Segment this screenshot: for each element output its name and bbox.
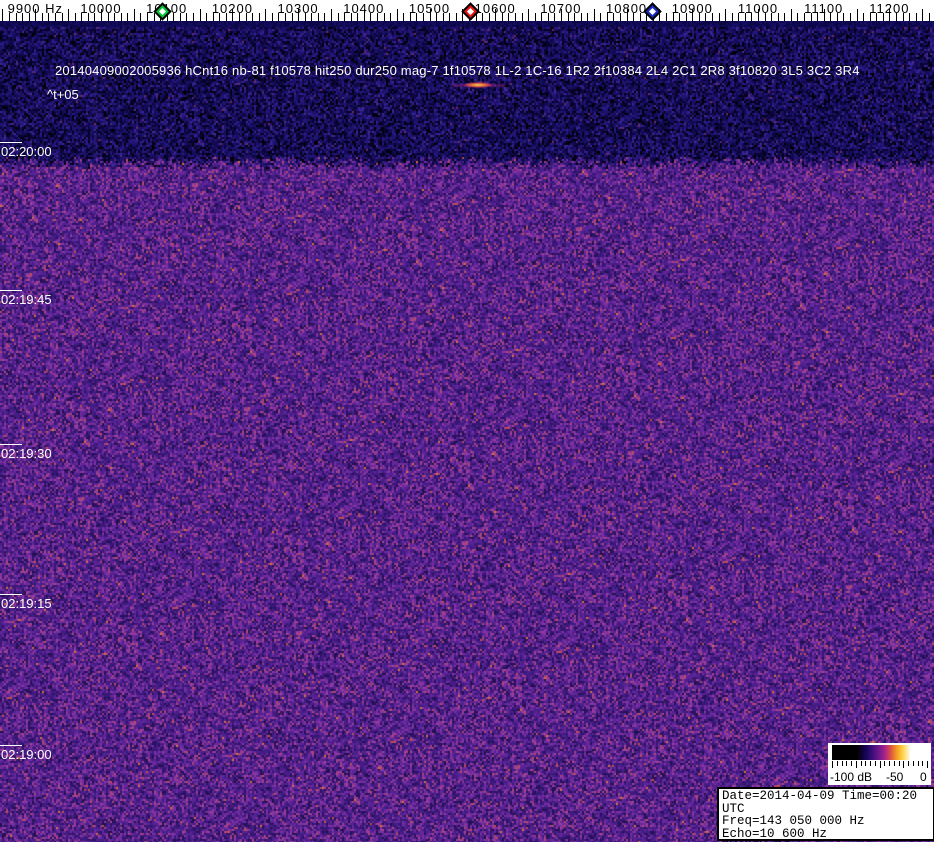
freq-tick bbox=[396, 9, 398, 21]
freq-tick bbox=[731, 13, 733, 21]
time-label: 02:20:00 bbox=[1, 144, 52, 159]
freq-label-9900: 9900 Hz bbox=[7, 1, 64, 16]
freq-tick bbox=[922, 9, 924, 21]
freq-tick bbox=[193, 13, 194, 21]
scale-tick bbox=[917, 761, 919, 766]
freq-tick bbox=[330, 9, 332, 21]
scale-tick bbox=[889, 761, 890, 766]
scale-tick bbox=[846, 761, 848, 766]
green-marker-center-dot bbox=[159, 7, 167, 16]
freq-tick bbox=[133, 9, 135, 21]
scale-mid-label: -50 bbox=[886, 770, 904, 784]
scale-tick bbox=[903, 761, 905, 768]
freq-tick bbox=[403, 13, 405, 21]
scale-min-label: -100 dB bbox=[830, 770, 873, 784]
time-tick bbox=[0, 290, 22, 291]
freq-tick bbox=[265, 9, 267, 21]
freq-tick bbox=[850, 13, 851, 21]
time-tick bbox=[0, 594, 22, 595]
freq-tick bbox=[587, 13, 589, 21]
scale-tick bbox=[836, 761, 838, 766]
scale-tick bbox=[912, 761, 914, 766]
scale-tick bbox=[884, 761, 886, 766]
freq-tick bbox=[258, 13, 260, 21]
freq-tick bbox=[666, 13, 667, 21]
time-tick bbox=[0, 444, 22, 445]
freq-label-10500: 10500 bbox=[408, 1, 451, 16]
freq-label-10000: 10000 bbox=[80, 1, 122, 16]
freq-tick bbox=[718, 13, 720, 21]
time-label: 02:19:30 bbox=[1, 446, 52, 461]
colormap-gradient bbox=[832, 745, 927, 760]
freq-tick bbox=[797, 13, 799, 21]
scale-tick bbox=[841, 761, 843, 766]
freq-label-10700: 10700 bbox=[540, 1, 582, 16]
freq-tick bbox=[790, 9, 792, 21]
freq-tick bbox=[271, 13, 273, 21]
db-scale-bar: -100 dB -50 0 bbox=[828, 743, 931, 785]
freq-tick bbox=[593, 9, 595, 21]
freq-tick bbox=[2, 9, 4, 21]
scale-tick bbox=[874, 761, 876, 766]
scale-tick bbox=[855, 761, 857, 768]
freq-tick bbox=[521, 13, 523, 21]
freq-tick bbox=[725, 9, 727, 21]
time-label: 02:19:00 bbox=[1, 747, 52, 762]
freq-tick bbox=[863, 13, 865, 21]
freq-tick bbox=[324, 13, 326, 21]
freq-tick bbox=[127, 13, 129, 21]
time-label: 02:19:45 bbox=[1, 292, 52, 307]
scale-tick bbox=[832, 761, 833, 768]
freq-label-11000: 11000 bbox=[737, 1, 779, 16]
observation-info-box: Date=2014-04-09 Time=00:20 UTC Freq=143 … bbox=[717, 787, 934, 842]
scale-tick bbox=[908, 761, 909, 766]
blue-marker-center-dot bbox=[648, 7, 656, 16]
freq-label-10300: 10300 bbox=[277, 1, 319, 16]
freq-tick bbox=[206, 13, 208, 21]
freq-tick bbox=[843, 13, 845, 21]
trigger-time-label: ^t+05 bbox=[47, 87, 79, 102]
scale-tick bbox=[851, 761, 852, 766]
freq-label-11200: 11200 bbox=[869, 1, 910, 16]
freq-label-10900: 10900 bbox=[671, 1, 713, 16]
scale-max-label: 0 bbox=[920, 770, 927, 784]
scale-tick bbox=[927, 761, 928, 768]
red-marker-center-dot bbox=[466, 7, 474, 16]
scale-tick bbox=[898, 761, 900, 766]
freq-tick bbox=[337, 13, 339, 21]
meteor-spectrogram-app: 9900 Hz100001010010200103001040010500106… bbox=[0, 0, 934, 842]
freq-tick bbox=[528, 9, 529, 21]
detection-parameters-text: 20140409002005936 hCnt16 nb-81 f10578 hi… bbox=[55, 63, 860, 78]
freq-label-10600: 10600 bbox=[474, 1, 516, 16]
freq-tick bbox=[455, 13, 457, 21]
freq-tick bbox=[68, 9, 70, 21]
freq-tick bbox=[199, 9, 201, 21]
freq-tick bbox=[74, 13, 76, 21]
time-label: 02:19:15 bbox=[1, 596, 52, 611]
freq-tick bbox=[784, 13, 786, 21]
freq-tick bbox=[928, 13, 930, 21]
freq-tick bbox=[600, 13, 602, 21]
frequency-ruler: 9900 Hz100001010010200103001040010500106… bbox=[0, 0, 934, 21]
scale-tick bbox=[865, 761, 867, 766]
scale-tick bbox=[922, 761, 924, 766]
scale-tick bbox=[860, 761, 862, 766]
freq-tick bbox=[856, 9, 858, 21]
freq-tick bbox=[140, 13, 142, 21]
scale-tick bbox=[893, 761, 895, 766]
time-tick bbox=[0, 745, 22, 746]
freq-tick bbox=[915, 13, 917, 21]
freq-label-10400: 10400 bbox=[343, 1, 385, 16]
scale-tick bbox=[879, 761, 881, 768]
info-date-time: Date=2014-04-09 Time=00:20 UTC bbox=[722, 789, 918, 816]
freq-tick bbox=[534, 13, 536, 21]
freq-label-10200: 10200 bbox=[211, 1, 253, 16]
scale-tick bbox=[870, 761, 871, 766]
freq-label-10800: 10800 bbox=[606, 1, 648, 16]
time-tick bbox=[0, 142, 22, 143]
freq-label-11100: 11100 bbox=[804, 1, 844, 16]
spectrogram-waterfall-canvas bbox=[0, 21, 934, 842]
freq-tick bbox=[390, 13, 392, 21]
info-frequency: Freq=143 050 000 Hz bbox=[722, 814, 865, 828]
